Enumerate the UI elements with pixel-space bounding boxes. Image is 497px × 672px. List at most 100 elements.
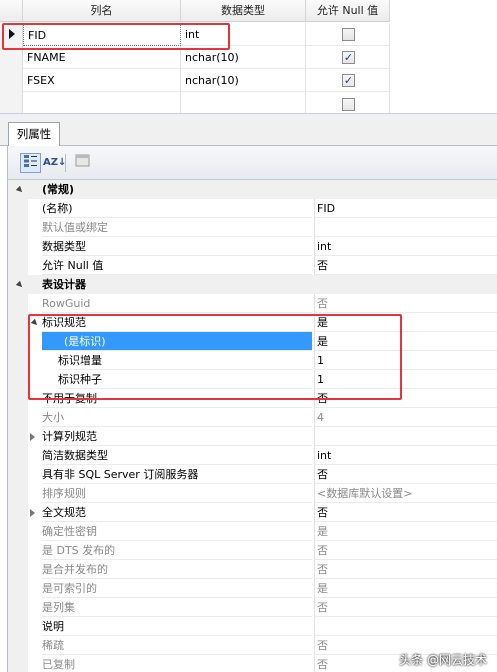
- gutter: [8, 617, 28, 636]
- table-row-new[interactable]: [0, 92, 390, 115]
- property-row-collation[interactable]: 排序规则 <数据库默认设置>: [8, 484, 497, 503]
- property-row-non-sql-subscriber[interactable]: 具有非 SQL Server 订阅服务器 否: [8, 465, 497, 484]
- property-value[interactable]: 否: [314, 560, 497, 579]
- property-row-identity-seed[interactable]: 标识种子 1: [8, 370, 497, 389]
- categorized-icon: [24, 155, 37, 167]
- gutter: [8, 313, 28, 332]
- row-selector[interactable]: [0, 23, 23, 46]
- property-row-description[interactable]: 说明: [8, 617, 497, 636]
- property-row-fulltext-spec[interactable]: 全文规范 否: [8, 503, 497, 522]
- property-value[interactable]: int: [314, 446, 497, 465]
- gutter: [8, 427, 28, 446]
- property-value[interactable]: 否: [314, 465, 497, 484]
- data-type-cell[interactable]: int: [181, 23, 306, 46]
- column-name-cell[interactable]: FSEX: [23, 69, 181, 92]
- property-row-allow-null[interactable]: 允许 Null 值 否: [8, 256, 497, 275]
- property-value[interactable]: 是: [314, 522, 497, 541]
- tab-bar: 列属性: [0, 120, 497, 146]
- property-value[interactable]: [314, 427, 497, 446]
- category-table-designer[interactable]: 表设计器: [8, 275, 497, 294]
- categorized-button[interactable]: [20, 153, 41, 173]
- category-general[interactable]: (常规): [8, 180, 497, 199]
- property-row-size[interactable]: 大小 4: [8, 408, 497, 427]
- tab-column-properties[interactable]: 列属性: [8, 122, 60, 146]
- gutter: [8, 655, 28, 672]
- gutter: [8, 598, 28, 617]
- property-row-computed-column[interactable]: 计算列规范: [8, 427, 497, 446]
- property-row-identity-spec[interactable]: 标识规范 是: [8, 313, 497, 332]
- watermark: 头条 @网云技术: [399, 653, 487, 667]
- property-value[interactable]: int: [314, 237, 497, 256]
- property-value[interactable]: <数据库默认设置>: [314, 484, 497, 503]
- property-name: 标识规范: [42, 313, 312, 332]
- property-value[interactable]: 否: [314, 598, 497, 617]
- header-data-type[interactable]: 数据类型: [181, 0, 306, 22]
- splitter[interactable]: [0, 113, 497, 120]
- property-row-data-type[interactable]: 数据类型 int: [8, 237, 497, 256]
- property-name: 确定性密钥: [42, 522, 312, 541]
- allow-null-checkbox-checked[interactable]: ✓: [342, 51, 355, 64]
- property-value[interactable]: 4: [314, 408, 497, 427]
- property-name: 排序规则: [42, 484, 312, 503]
- property-row-name[interactable]: (名称) FID: [8, 199, 497, 218]
- property-row-indexable[interactable]: 是可索引的 是: [8, 579, 497, 598]
- data-type-cell[interactable]: nchar(10): [181, 46, 306, 69]
- property-name: 是合并发布的: [42, 560, 312, 579]
- header-column-name[interactable]: 列名: [23, 0, 181, 22]
- table-row[interactable]: FSEX nchar(10) ✓: [0, 69, 390, 92]
- data-type-cell[interactable]: [181, 92, 306, 115]
- header-allow-null[interactable]: 允许 Null 值: [306, 0, 390, 22]
- property-row-rowguid[interactable]: RowGuid 否: [8, 294, 497, 313]
- row-selector[interactable]: [0, 69, 23, 92]
- gutter: [8, 579, 28, 598]
- column-name-cell[interactable]: FNAME: [23, 46, 181, 69]
- property-row-identity-increment[interactable]: 标识增量 1: [8, 351, 497, 370]
- property-value[interactable]: 否: [314, 294, 497, 313]
- property-pages-icon: [75, 154, 90, 167]
- alphabetical-sort-button[interactable]: AZ↓: [42, 153, 67, 173]
- property-row-deterministic[interactable]: 确定性密钥 是: [8, 522, 497, 541]
- property-value[interactable]: [314, 218, 497, 237]
- property-name: 已复制: [42, 655, 312, 672]
- data-type-cell[interactable]: nchar(10): [181, 69, 306, 92]
- table-row[interactable]: FID int: [0, 23, 390, 46]
- property-value[interactable]: 是: [314, 332, 497, 351]
- property-value[interactable]: [314, 617, 497, 636]
- property-value[interactable]: 1: [314, 351, 497, 370]
- expand-closed-icon[interactable]: [30, 509, 35, 517]
- gutter: [8, 560, 28, 579]
- property-pages-button[interactable]: [72, 153, 93, 173]
- property-row-condensed-type[interactable]: 简洁数据类型 int: [8, 446, 497, 465]
- property-row-column-set[interactable]: 是列集 否: [8, 598, 497, 617]
- property-value[interactable]: 1: [314, 370, 497, 389]
- property-value[interactable]: 否: [314, 541, 497, 560]
- property-row-merge-published[interactable]: 是合并发布的 否: [8, 560, 497, 579]
- allow-null-checkbox-checked[interactable]: ✓: [342, 74, 355, 87]
- allow-null-checkbox[interactable]: [342, 98, 355, 111]
- row-selector[interactable]: [0, 92, 23, 115]
- property-row-dts-published[interactable]: 是 DTS 发布的 否: [8, 541, 497, 560]
- property-value[interactable]: FID: [314, 199, 497, 218]
- row-selector[interactable]: [0, 46, 23, 69]
- property-value[interactable]: 否: [314, 389, 497, 408]
- property-row-not-for-replication[interactable]: 不用于复制 否: [8, 389, 497, 408]
- property-toolbar: AZ↓: [8, 146, 497, 180]
- table-row[interactable]: FNAME nchar(10) ✓: [0, 46, 390, 69]
- property-row-is-identity[interactable]: (是标识) 是: [8, 332, 497, 351]
- property-row-default-binding[interactable]: 默认值或绑定: [8, 218, 497, 237]
- expand-closed-icon[interactable]: [30, 433, 35, 441]
- gutter: [8, 503, 28, 522]
- category-label: (常规): [28, 180, 497, 199]
- property-grid: AZ↓ (常规) (名称) FID 默认值或绑定 数据类型 int 允许 Nul…: [7, 146, 497, 672]
- allow-null-checkbox[interactable]: [342, 28, 355, 41]
- gutter: [8, 351, 28, 370]
- property-value[interactable]: 否: [314, 256, 497, 275]
- expand-open-icon[interactable]: [30, 318, 40, 328]
- property-value[interactable]: 否: [314, 503, 497, 522]
- column-name-cell[interactable]: FID: [23, 23, 181, 46]
- gutter: [8, 389, 28, 408]
- sort-az-icon: AZ↓: [43, 157, 67, 168]
- property-value[interactable]: 是: [314, 579, 497, 598]
- column-name-cell[interactable]: [23, 92, 181, 115]
- property-value[interactable]: 是: [314, 313, 497, 332]
